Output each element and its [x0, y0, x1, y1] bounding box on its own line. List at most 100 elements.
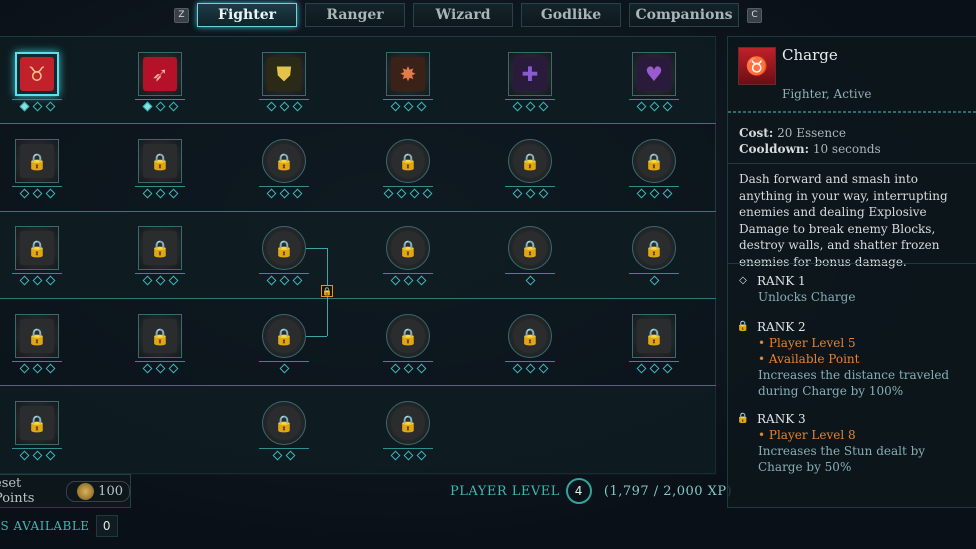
rank-pip: [525, 363, 535, 374]
skill-node[interactable]: 🔒: [505, 139, 555, 199]
rank-pip: [279, 275, 289, 286]
charge-icon: ♉: [738, 47, 776, 85]
rank-pip: [525, 188, 535, 199]
skill-cooldown: Cooldown: 10 seconds: [739, 142, 881, 156]
locked-icon: 🔒: [143, 231, 177, 265]
rank-pip: [266, 101, 276, 112]
rank-pip: [636, 101, 646, 112]
rank-pip: [416, 363, 426, 374]
rank-pip: [512, 188, 522, 199]
rank-pip: [636, 188, 646, 199]
skill-cost: Cost: 20 Essence: [739, 126, 846, 140]
skill-node[interactable]: ✚: [505, 52, 555, 112]
row-divider: [0, 123, 716, 124]
rank-pip: [403, 275, 413, 286]
rank-pip: [409, 188, 420, 199]
rank-pips: [259, 186, 309, 199]
skill-node[interactable]: 🔒: [383, 314, 433, 374]
skill-node[interactable]: 🔒: [629, 139, 679, 199]
locked-icon: 🔒: [20, 319, 54, 353]
reset-cost: 100: [66, 480, 130, 502]
skill-frame: 🔒: [262, 314, 306, 358]
skill-node[interactable]: 🔒: [259, 314, 309, 374]
rank-pip: [512, 101, 522, 112]
skill-frame: 🔒: [138, 314, 182, 358]
rank-pip: [272, 450, 283, 461]
skill-frame: 🔒: [632, 226, 676, 270]
rank-pips: [505, 361, 555, 374]
rank-pip: [279, 188, 289, 199]
points-available: TS AVAILABLE 0: [0, 514, 118, 538]
rank-pip: [32, 275, 42, 286]
tab-godlike[interactable]: Godlike: [521, 3, 621, 27]
skill-frame: 🔒: [15, 401, 59, 445]
skill-node[interactable]: ♉: [12, 52, 62, 112]
skill-node[interactable]: 🔒: [383, 226, 433, 286]
skill-node[interactable]: 🔒: [629, 314, 679, 374]
tab-fighter[interactable]: Fighter: [197, 3, 297, 27]
skill-node[interactable]: 🔒: [259, 226, 309, 286]
rank-pip: [168, 101, 178, 112]
prev-tab-key[interactable]: Z: [174, 7, 189, 23]
rank-pips: [629, 99, 679, 112]
connector-lock-icon: 🔒: [321, 285, 333, 297]
skill-node[interactable]: 🔒: [505, 226, 555, 286]
skill-node[interactable]: 🔒: [383, 401, 433, 461]
rank-text: Unlocks Charge: [758, 290, 856, 304]
locked-icon: 🔒: [20, 406, 54, 440]
rank-pip: [538, 363, 548, 374]
skill-node[interactable]: 🔒: [12, 314, 62, 374]
skill-node[interactable]: ✸: [383, 52, 433, 112]
skill-node[interactable]: 🔒: [135, 139, 185, 199]
skill-node[interactable]: ➶: [135, 52, 185, 112]
rank-pip: [45, 450, 55, 461]
rank-2: 🔒 RANK 2 • Player Level 5 • Available Poi…: [737, 319, 964, 399]
skill-node[interactable]: 🔒: [135, 226, 185, 286]
red-skill-icon: ➶: [143, 57, 177, 91]
rank-pips: [383, 273, 433, 286]
skill-node[interactable]: 🔒: [12, 139, 62, 199]
rank-pips: [505, 186, 555, 199]
rank-pips: [12, 99, 62, 112]
rank-pip: [45, 363, 55, 374]
rank-pips: [259, 273, 309, 286]
rank-pips: [629, 361, 679, 374]
tab-ranger[interactable]: Ranger: [305, 3, 405, 27]
skill-node[interactable]: 🔒: [259, 401, 309, 461]
skill-node[interactable]: ⛊: [259, 52, 309, 112]
points-available-value: 0: [96, 515, 118, 537]
skill-node[interactable]: 🔒: [629, 226, 679, 286]
skill-frame: 🔒: [386, 401, 430, 445]
skill-node[interactable]: 🔒: [12, 226, 62, 286]
skill-frame: ♥: [632, 52, 676, 96]
skill-node[interactable]: 🔒: [135, 314, 185, 374]
skill-node[interactable]: 🔒: [505, 314, 555, 374]
rank-pip: [19, 275, 29, 286]
skill-node[interactable]: 🔒: [12, 401, 62, 461]
locked-icon: 🔒: [391, 406, 425, 440]
row-band: [0, 211, 716, 298]
tree-connector: [306, 336, 327, 337]
next-tab-key[interactable]: C: [747, 7, 762, 23]
skill-node[interactable]: 🔒: [383, 139, 433, 199]
reset-cost-value: 100: [98, 483, 123, 499]
tab-wizard[interactable]: Wizard: [413, 3, 513, 27]
rank-pip: [636, 363, 646, 374]
skill-frame: 🔒: [386, 314, 430, 358]
skill-frame: ➶: [138, 52, 182, 96]
skill-node[interactable]: 🔒: [259, 139, 309, 199]
skill-frame: ✚: [508, 52, 552, 96]
rank-requirement: • Player Level 5: [758, 336, 856, 350]
rank-pip: [32, 188, 42, 199]
rank-requirement: • Player Level 8: [758, 428, 856, 442]
rank-pip: [266, 188, 276, 199]
rank-pip: [168, 188, 178, 199]
rank-pip: [168, 275, 178, 286]
tab-companions[interactable]: Companions: [629, 3, 739, 27]
rank-requirement: • Available Point: [758, 352, 860, 366]
rank-pips: [383, 186, 433, 199]
rank-title: RANK 3: [757, 412, 806, 426]
skill-node[interactable]: ♥: [629, 52, 679, 112]
points-available-label: TS AVAILABLE: [0, 519, 90, 533]
reset-points-button[interactable]: eset Points 100: [0, 474, 131, 508]
